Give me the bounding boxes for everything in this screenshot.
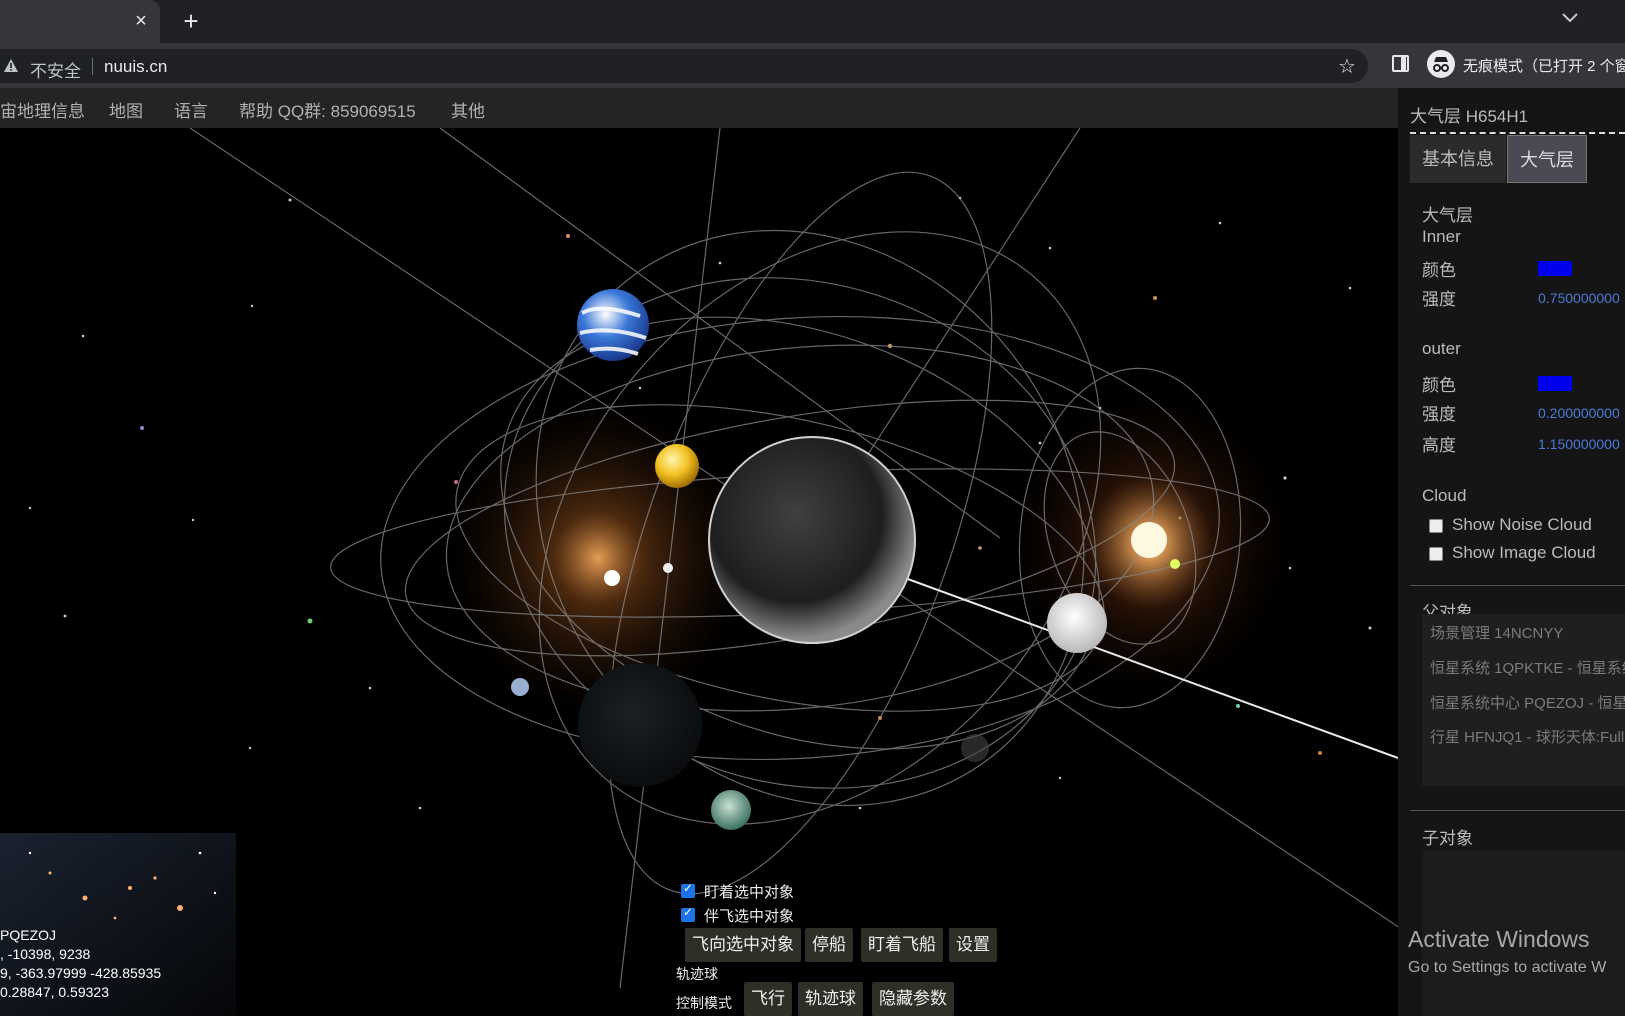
info-line-2: 9, -363.97999 -428.85935	[0, 965, 162, 981]
menu-geo-info[interactable]: 宙地理信息	[0, 97, 85, 122]
info-line-1: , -10398, 9238	[0, 946, 91, 962]
divider	[1410, 810, 1625, 811]
incognito-label[interactable]: 无痕模式（已打开 2 个窗	[1463, 55, 1625, 76]
panel-title: 大气层 H654H1	[1410, 107, 1529, 126]
parent-item-planet[interactable]: 行星 HFNJQ1 - 球形天体:Full	[1430, 726, 1624, 747]
minimap[interactable]: PQEZOJ , -10398, 9238 9, -363.97999 -428…	[0, 833, 236, 1016]
watch-selected-label: 盯着选中对象	[704, 884, 795, 901]
fly-to-selected-button[interactable]: 飞向选中对象	[685, 928, 801, 962]
address-separator	[92, 58, 93, 75]
hide-params-button[interactable]: 隐藏参数	[872, 982, 954, 1016]
inner-strength-value[interactable]: 0.750000000	[1538, 290, 1620, 306]
inner-strength-label: 强度	[1422, 290, 1456, 309]
close-tab-icon[interactable]: ×	[130, 10, 152, 32]
menu-language[interactable]: 语言	[174, 97, 208, 122]
outer-strength-value[interactable]: 0.200000000	[1538, 405, 1620, 421]
outer-color-label: 颜色	[1422, 376, 1456, 395]
space-scene[interactable]	[0, 88, 1625, 1016]
activate-windows-watermark: Activate Windows Go to Settings to activ…	[1408, 926, 1606, 977]
selected-planet	[708, 436, 916, 644]
watermark-title: Activate Windows	[1408, 926, 1590, 952]
browser-tab-strip: × +	[0, 0, 1625, 43]
outer-height-value[interactable]: 1.150000000	[1538, 436, 1620, 452]
new-tab-icon[interactable]: +	[178, 8, 204, 34]
parent-item-star-center[interactable]: 恒星系统中心 PQEZOJ - 恒星	[1430, 692, 1625, 713]
menu-map[interactable]: 地图	[109, 97, 143, 122]
settings-button[interactable]: 设置	[949, 928, 997, 962]
watch-ship-button[interactable]: 盯着飞船	[861, 928, 943, 962]
insecure-label[interactable]: 不安全	[30, 57, 81, 82]
incognito-icon[interactable]	[1427, 50, 1455, 78]
menu-other[interactable]: 其他	[451, 97, 485, 122]
outer-strength-label: 强度	[1422, 405, 1456, 424]
parent-objects-list: 场景管理 14NCNYY 恒星系统 1QPKTKE - 恒星系统 恒星系统中心 …	[1422, 614, 1625, 786]
parent-item-scene[interactable]: 场景管理 14NCNYY	[1430, 622, 1563, 643]
panel-divider	[1410, 132, 1625, 134]
browser-toolbar: 不安全 nuuis.cn ☆ 无痕模式（已打开 2 个窗	[0, 43, 1625, 88]
outer-color-swatch[interactable]	[1538, 376, 1572, 391]
child-objects-label: 子对象	[1422, 829, 1473, 848]
chevron-down-icon[interactable]	[1562, 10, 1578, 28]
app-viewport: 宙地理信息 地图 语言 帮助 QQ群: 859069515 其他 PQEZOJ …	[0, 88, 1625, 1016]
trackball-mode-button[interactable]: 轨迹球	[798, 982, 863, 1016]
parent-item-star-system[interactable]: 恒星系统 1QPKTKE - 恒星系统	[1430, 657, 1625, 678]
dark-planet	[578, 663, 702, 787]
left-sun	[604, 570, 620, 586]
cloud-label: Cloud	[1422, 486, 1467, 505]
noise-cloud-checkbox[interactable]	[1429, 519, 1443, 533]
info-line-3: 0.28847, 0.59323	[0, 984, 109, 1000]
follow-selected-checkbox[interactable]	[681, 905, 695, 922]
address-bar[interactable]: 不安全 nuuis.cn ☆	[0, 49, 1368, 83]
white-planet	[1047, 593, 1107, 653]
properties-panel: 大气层 H654H1 基本信息 大气层 大气层 Inner 颜色 强度 0.75…	[1398, 88, 1625, 1016]
outer-label: outer	[1422, 339, 1461, 358]
control-mode-label: 控制模式	[676, 995, 732, 1011]
url-text[interactable]: nuuis.cn	[104, 57, 167, 77]
green-planet	[711, 790, 751, 830]
watermark-subtitle: Go to Settings to activate W	[1408, 959, 1607, 976]
stop-ship-button[interactable]: 停船	[805, 928, 853, 962]
tab-basic-info[interactable]: 基本信息	[1410, 135, 1506, 183]
right-sun	[1131, 522, 1167, 558]
inner-label: Inner	[1422, 227, 1461, 246]
browser-tab[interactable]: ×	[0, 0, 160, 43]
image-cloud-checkbox[interactable]	[1429, 547, 1443, 561]
section-title: 大气层	[1422, 206, 1473, 225]
watch-selected-checkbox[interactable]	[681, 881, 695, 898]
bookmark-star-icon[interactable]: ☆	[1338, 54, 1356, 79]
outer-height-label: 高度	[1422, 436, 1456, 455]
menu-help[interactable]: 帮助 QQ群: 859069515	[239, 97, 416, 122]
fly-mode-button[interactable]: 飞行	[744, 982, 792, 1016]
divider	[1410, 585, 1625, 586]
image-cloud-label: Show Image Cloud	[1452, 543, 1596, 562]
warning-icon	[3, 58, 19, 74]
follow-selected-label: 伴飞选中对象	[704, 908, 795, 925]
menu-bar: 宙地理信息 地图 语言 帮助 QQ群: 859069515 其他	[0, 88, 1398, 128]
yellow-planet	[655, 444, 699, 488]
noise-cloud-label: Show Noise Cloud	[1452, 515, 1592, 534]
inner-color-label: 颜色	[1422, 261, 1456, 280]
inner-color-swatch[interactable]	[1538, 261, 1572, 276]
tab-atmosphere[interactable]: 大气层	[1507, 135, 1587, 183]
info-line-0: PQEZOJ	[0, 927, 57, 943]
side-panel-icon[interactable]	[1392, 55, 1409, 72]
current-mode-label: 轨迹球	[676, 966, 718, 982]
small-blue-planet	[511, 678, 529, 696]
